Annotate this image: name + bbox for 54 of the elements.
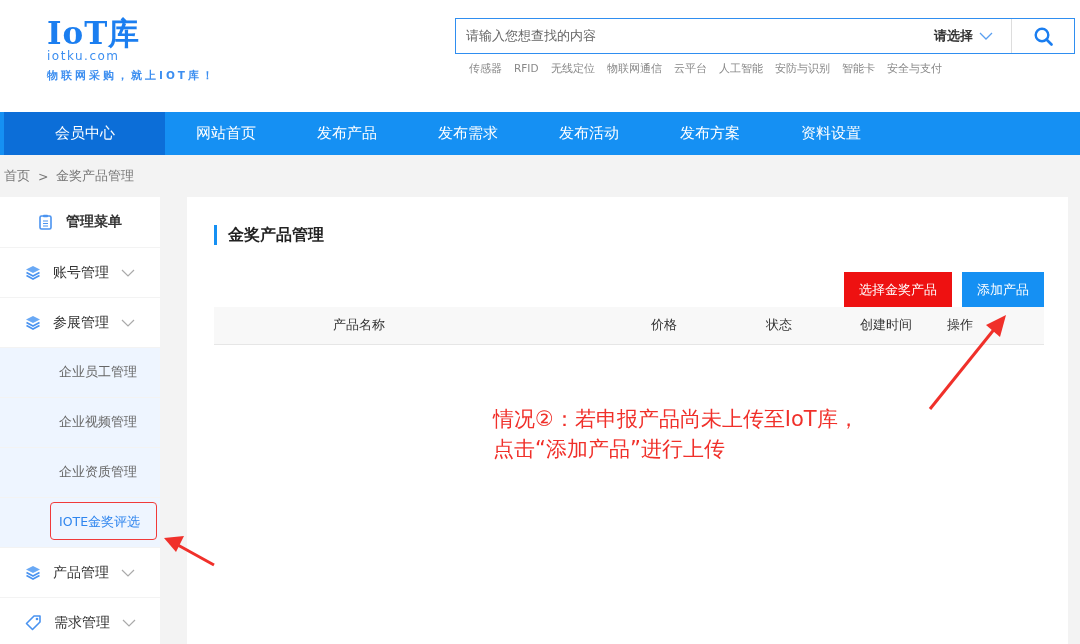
- chevron-down-icon: [979, 32, 993, 40]
- nav-tab[interactable]: 发布活动: [528, 112, 649, 155]
- layers-icon: [25, 265, 41, 280]
- breadcrumb-separator: >: [38, 168, 49, 184]
- select-product-button[interactable]: 选择金奖产品: [844, 272, 952, 307]
- nav-tab[interactable]: 会员中心: [4, 112, 165, 155]
- column-header: 价格: [651, 317, 678, 334]
- chevron-down-icon: [121, 568, 135, 577]
- hot-search-link[interactable]: 安全与支付: [886, 62, 942, 76]
- nav-tab[interactable]: 发布方案: [649, 112, 770, 155]
- submenu-item[interactable]: IOTE金奖评选: [0, 498, 160, 547]
- submenu-item[interactable]: 企业资质管理: [0, 448, 160, 497]
- search-icon: [1033, 26, 1053, 46]
- column-header: 创建时间: [860, 317, 913, 334]
- logo-wordmark[interactable]: IoT库: [47, 18, 141, 49]
- logo-slogan: 物联网采购，就上IOT库！: [47, 69, 216, 83]
- menu-group[interactable]: 账号管理: [0, 248, 160, 297]
- menu-title: 管理菜单: [65, 213, 122, 231]
- chevron-down-icon: [121, 618, 136, 627]
- add-product-button[interactable]: 添加产品: [962, 272, 1044, 307]
- hot-search-link[interactable]: 物联网通信: [606, 62, 662, 76]
- hot-search-link[interactable]: 安防与识别: [774, 62, 830, 76]
- nav-tab[interactable]: 发布需求: [407, 112, 528, 155]
- chevron-down-icon: [121, 318, 135, 327]
- panel-title: 金奖产品管理: [214, 225, 324, 245]
- hot-search-link[interactable]: 无线定位: [550, 62, 595, 76]
- chevron-down-icon: [121, 268, 135, 277]
- layers-icon: [25, 315, 41, 330]
- clipboard-icon: [38, 214, 52, 230]
- nav-tab[interactable]: 发布产品: [286, 112, 407, 155]
- menu-group[interactable]: 参展管理: [0, 298, 160, 347]
- nav-tab[interactable]: 网站首页: [165, 112, 286, 155]
- nav-tab[interactable]: 资料设置: [770, 112, 891, 155]
- hot-search-link[interactable]: RFID: [514, 62, 539, 76]
- submenu-item[interactable]: 企业员工管理: [0, 348, 160, 397]
- column-header: 操作: [947, 317, 974, 334]
- column-header: 状态: [766, 317, 793, 334]
- menu-group[interactable]: 产品管理: [0, 548, 160, 597]
- hot-search-link[interactable]: 智能卡: [841, 62, 875, 76]
- hot-search-link[interactable]: 云平台: [673, 62, 707, 76]
- annotation-text: 情况②：若申报产品尚未上传至IoT库，: [493, 406, 859, 433]
- breadcrumb-link[interactable]: 首页: [4, 167, 30, 185]
- hot-search-link[interactable]: 传感器: [469, 62, 502, 76]
- annotation-text: 点击“添加产品”进行上传: [493, 436, 726, 463]
- column-header: 产品名称: [333, 317, 386, 334]
- submenu-item[interactable]: 企业视频管理: [0, 398, 160, 447]
- hot-search-link[interactable]: 人工智能: [718, 62, 763, 76]
- search-field[interactable]: 请输入您想查找的内容: [466, 27, 596, 45]
- layers-icon: [25, 565, 41, 580]
- tag-icon: [24, 614, 42, 631]
- menu-group[interactable]: 需求管理: [0, 598, 160, 644]
- logo-domain: iotku.com: [47, 49, 120, 65]
- category-dropdown[interactable]: 请选择: [934, 19, 1011, 53]
- breadcrumb-link[interactable]: 金奖产品管理: [56, 167, 135, 185]
